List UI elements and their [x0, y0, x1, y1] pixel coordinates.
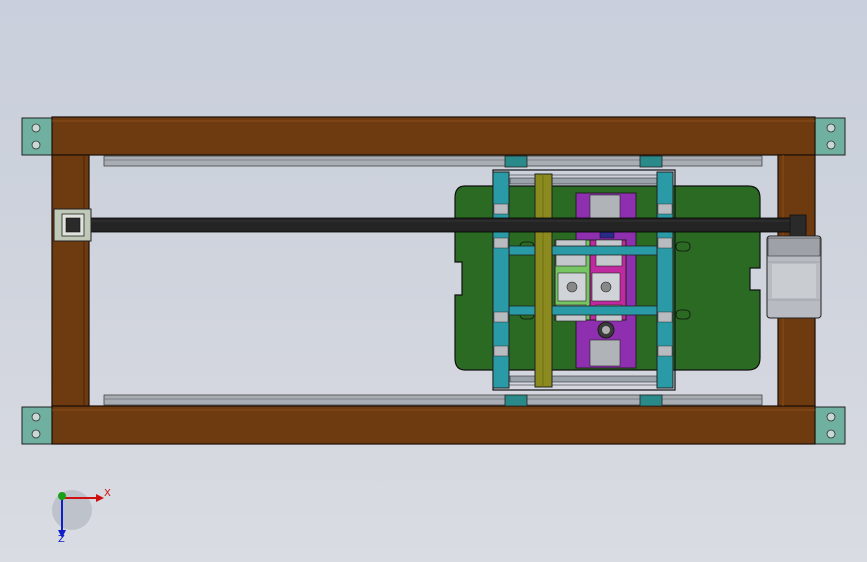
x-axis-label: X [104, 488, 111, 499]
z-axis-label: Z [58, 534, 65, 545]
y-axis-dot [58, 492, 66, 500]
cad-viewport[interactable]: X Z [0, 0, 867, 562]
x-axis-arrow [96, 494, 104, 502]
bracket-top-right [814, 117, 846, 156]
idler-pulley [53, 208, 92, 242]
drive-belt [65, 217, 807, 233]
bracket-bottom-left [21, 406, 53, 445]
coordinate-triad: X Z [52, 488, 111, 545]
bracket-top-left [21, 117, 53, 156]
bracket-bottom-right [814, 406, 846, 445]
assembly-top-view: X Z [21, 116, 846, 545]
olive-slider [534, 173, 553, 388]
